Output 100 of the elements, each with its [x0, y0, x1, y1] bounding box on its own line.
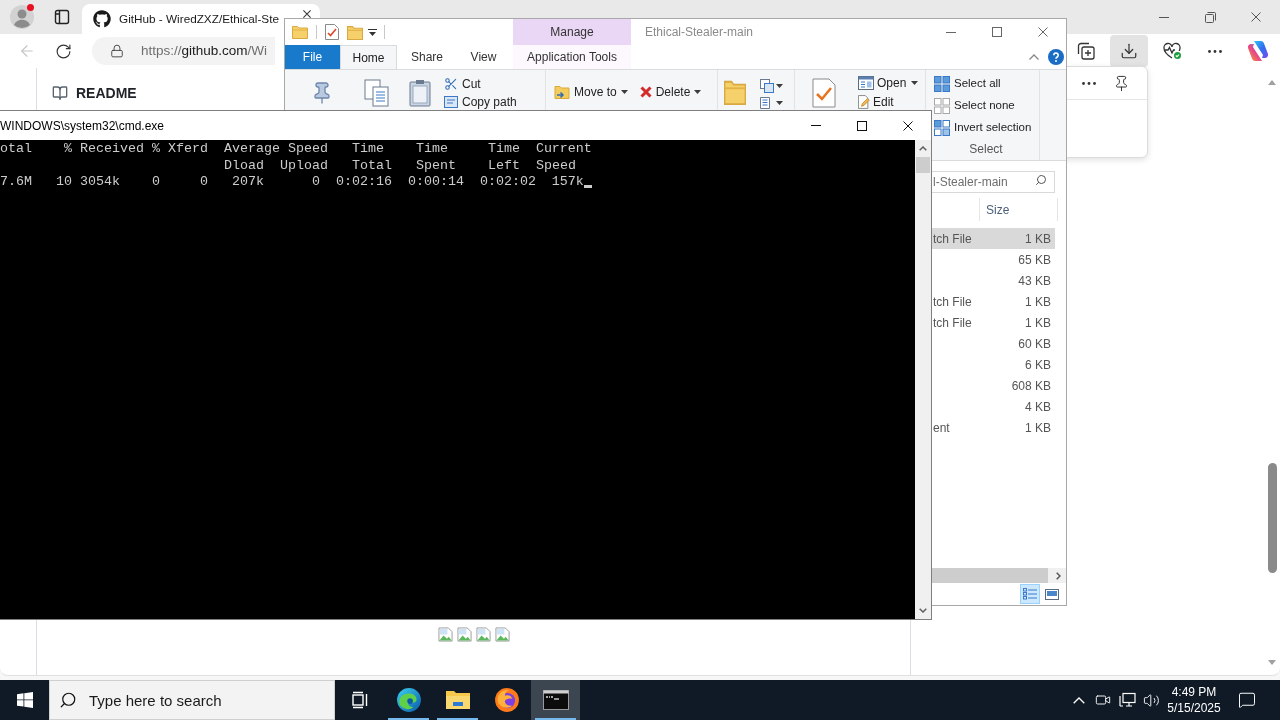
folder-icon: [444, 689, 471, 711]
column-header[interactable]: Size: [980, 198, 1058, 221]
chevron-up-icon[interactable]: [1029, 54, 1039, 60]
lock-icon: [110, 44, 124, 58]
ribbon-tab[interactable]: File: [285, 45, 340, 69]
broken-image-icon: [494, 627, 510, 642]
scroll-up-icon[interactable]: [919, 146, 927, 151]
window-title: WINDOWS\system32\cmd.exe: [0, 117, 165, 135]
camera-icon: [1095, 692, 1111, 708]
file-row[interactable]: tch File 1 KB: [932, 291, 1055, 312]
file-size: 608 KB: [1011, 377, 1052, 395]
console-text: otal % Received % Xferd Average Speed Time Time Time Current: [0, 141, 592, 158]
overlapping-squares-icon[interactable]: [760, 79, 774, 93]
ribbon-tab[interactable]: Home: [340, 45, 397, 69]
book-icon: [52, 85, 68, 101]
page-check-icon[interactable]: [325, 24, 339, 40]
close-tab-icon[interactable]: [303, 10, 311, 18]
file-size: 1 KB: [1025, 230, 1052, 248]
file-size: 4 KB: [1025, 398, 1052, 416]
scrollbar-thumb[interactable]: [916, 157, 930, 173]
console-text: 7.6M 10 3054k 0 0 207k 0 0:02:16 0:00:14 0:02:02 157k: [0, 174, 584, 191]
scrollbar-thumb[interactable]: [932, 568, 1048, 583]
help-icon[interactable]: [1048, 49, 1064, 65]
ribbon-button[interactable]: Edit: [858, 95, 894, 109]
ribbon-button[interactable]: Select none: [933, 95, 1015, 117]
ribbon-button[interactable]: Invert selection: [933, 117, 1032, 139]
search-field[interactable]: l-Stealer-main: [932, 170, 1055, 193]
clock[interactable]: 4:49 PM 5/15/2025: [1163, 680, 1225, 720]
more-icon: [1082, 81, 1096, 85]
file-row[interactable]: tch File 1 KB: [932, 228, 1055, 249]
taskbar-search-field[interactable]: Type here to search: [49, 680, 335, 720]
stack-plus-icon: [1077, 42, 1095, 60]
broken-image-icon: [475, 627, 491, 642]
ribbon-tab[interactable]: Share: [397, 45, 457, 69]
grid-outline-icon: [934, 98, 950, 114]
ribbon-button[interactable]: Delete: [639, 84, 702, 100]
address-field[interactable]: https://github.com/Wi: [92, 37, 275, 65]
file-row[interactable]: 6 KB: [932, 354, 1055, 375]
check-page-icon[interactable]: [812, 78, 836, 108]
swirl-logo-icon: [395, 687, 422, 713]
browser-tab[interactable]: GitHub - WiredZXZ/Ethical-Ste: [82, 4, 320, 34]
heart-pulse-icon: [1162, 42, 1182, 60]
toolbar-button[interactable]: [1110, 35, 1148, 67]
caret-icon[interactable]: [368, 28, 377, 36]
file-row[interactable]: 608 KB: [932, 375, 1055, 396]
file-type: tch File: [932, 314, 972, 332]
windows-logo-icon: [16, 692, 33, 708]
file-row[interactable]: 4 KB: [932, 396, 1055, 417]
scissors-icon: [444, 77, 458, 91]
fox-globe-icon: [493, 687, 520, 713]
scroll-up-icon[interactable]: [1268, 80, 1276, 85]
broken-image-icon: [437, 627, 453, 642]
volume-icon: [1142, 691, 1160, 709]
group-label: Select: [968, 141, 1004, 158]
file-size: 1 KB: [1025, 419, 1052, 437]
ribbon-button[interactable]: Cut: [444, 77, 481, 91]
avatar-icon[interactable]: [10, 5, 34, 29]
file-type: tch File: [932, 293, 972, 311]
search-icon: [59, 691, 77, 709]
file-size: 43 KB: [1018, 272, 1052, 290]
ribbon-button[interactable]: Copy path: [444, 95, 517, 109]
file-row[interactable]: ent 1 KB: [932, 417, 1055, 438]
delete-icon: [639, 86, 652, 98]
view-button[interactable]: [1020, 584, 1040, 604]
close-icon: [903, 120, 913, 131]
scrollbar-thumb[interactable]: [1267, 463, 1277, 573]
file-size: 1 KB: [1025, 314, 1052, 332]
download-icon: [1120, 42, 1138, 60]
clipboard-icon[interactable]: [408, 79, 432, 107]
folder-icon: [292, 25, 308, 39]
tab-actions-icon[interactable]: [54, 9, 70, 25]
readme-heading: README: [76, 83, 137, 103]
scroll-right-icon[interactable]: [1056, 571, 1061, 580]
file-row[interactable]: 65 KB: [932, 249, 1055, 270]
chevron-up-icon: [1073, 696, 1085, 704]
ribbon-tab[interactable]: Application Tools: [513, 45, 631, 69]
task-view-icon: [349, 690, 370, 710]
file-row[interactable]: 60 KB: [932, 333, 1055, 354]
ribbon-button[interactable]: Move to: [554, 84, 628, 100]
ribbon-tab[interactable]: View: [457, 45, 510, 69]
lines-box-icon: [444, 96, 458, 108]
notification-icon: [1238, 691, 1256, 709]
scroll-down-icon[interactable]: [919, 608, 927, 613]
details-view-icon: [1023, 588, 1037, 600]
site-logo-icon: [93, 10, 111, 28]
ribbon-button[interactable]: Select all: [933, 73, 1001, 95]
grid-mixed-icon: [934, 120, 950, 136]
file-row[interactable]: 43 KB: [932, 270, 1055, 291]
refresh-icon: [54, 42, 72, 60]
maximize-icon: [857, 120, 867, 131]
caret-icon: [776, 84, 783, 88]
restore-icon: [1204, 11, 1216, 23]
scroll-down-icon[interactable]: [1268, 660, 1276, 665]
file-size: 65 KB: [1018, 251, 1052, 269]
search-icon: [1035, 173, 1047, 186]
caret-icon: [776, 101, 783, 105]
file-row[interactable]: tch File 1 KB: [932, 312, 1055, 333]
taskbar-app-button[interactable]: [531, 680, 580, 720]
context-header: Manage: [550, 24, 594, 41]
ribbon-button[interactable]: Open: [858, 76, 919, 90]
